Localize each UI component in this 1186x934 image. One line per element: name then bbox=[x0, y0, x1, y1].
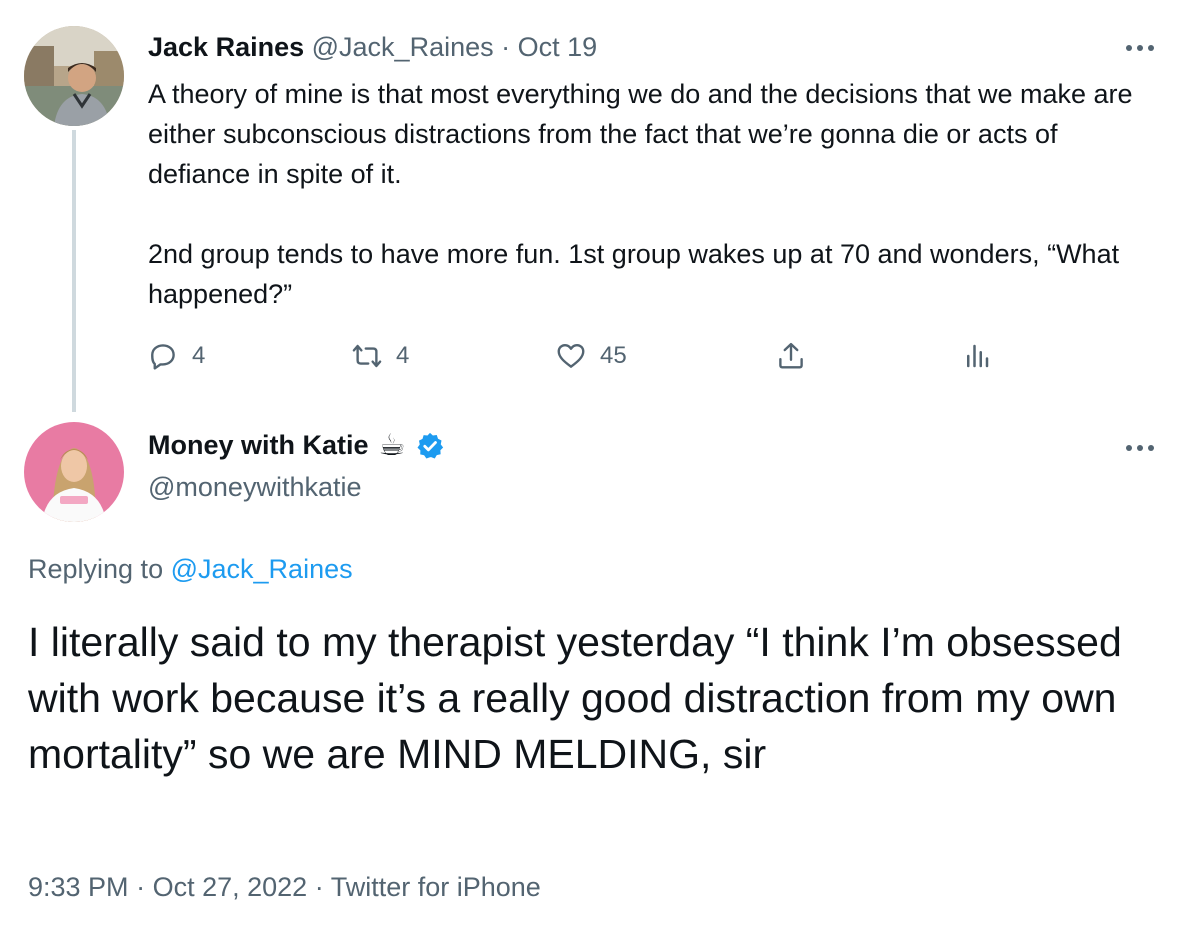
original-tweet-date[interactable]: Oct 19 bbox=[518, 32, 598, 62]
analytics-button[interactable] bbox=[962, 336, 992, 376]
original-author-handle[interactable]: @Jack_Raines bbox=[312, 32, 494, 62]
replying-to-label: Replying to bbox=[28, 554, 164, 584]
tweet-action-bar: 4 4 45 bbox=[148, 336, 1028, 376]
reply-author-name[interactable]: Money with Katie bbox=[148, 430, 369, 461]
original-tweet-text: A theory of mine is that most everything… bbox=[148, 74, 1158, 314]
jack-raines-avatar-image bbox=[24, 26, 124, 126]
reply-icon bbox=[151, 344, 175, 370]
coffee-emoji-icon: ☕ bbox=[378, 428, 406, 462]
verified-badge-icon bbox=[415, 431, 445, 461]
reply-count: 4 bbox=[192, 342, 206, 369]
jack-raines-avatar[interactable] bbox=[24, 26, 124, 126]
reply-time[interactable]: 9:33 PM bbox=[28, 872, 129, 902]
reply-author-handle[interactable]: @moneywithkatie bbox=[148, 472, 362, 503]
original-tweet-paragraph-1: A theory of mine is that most everything… bbox=[148, 79, 1133, 189]
original-tweet-header: Jack Raines @Jack_Raines · Oct 19 bbox=[148, 32, 597, 63]
like-count: 45 bbox=[600, 342, 627, 369]
replying-to-line: Replying to @Jack_Raines bbox=[28, 554, 353, 585]
original-author-name[interactable]: Jack Raines bbox=[148, 32, 304, 62]
reply-source[interactable]: Twitter for iPhone bbox=[331, 872, 541, 902]
replying-to-handle-link[interactable]: @Jack_Raines bbox=[171, 554, 353, 584]
reply-button[interactable]: 4 bbox=[148, 336, 205, 376]
analytics-icon bbox=[967, 344, 989, 368]
meta-separator-1: · bbox=[136, 872, 146, 902]
meta-separator-2: · bbox=[314, 872, 324, 902]
money-with-katie-avatar-image bbox=[24, 422, 124, 522]
heart-icon bbox=[557, 343, 585, 368]
reply-tweet-metadata: 9:33 PM · Oct 27, 2022 · Twitter for iPh… bbox=[28, 872, 541, 903]
retweet-button[interactable]: 4 bbox=[352, 336, 409, 376]
retweet-count: 4 bbox=[396, 342, 410, 369]
reply-tweet-text: I literally said to my therapist yesterd… bbox=[28, 619, 1122, 777]
reply-more-options-icon[interactable] bbox=[1122, 438, 1158, 458]
like-button[interactable]: 45 bbox=[556, 336, 627, 376]
retweet-icon bbox=[352, 344, 382, 368]
more-options-icon[interactable] bbox=[1122, 38, 1158, 58]
share-icon bbox=[779, 342, 803, 369]
share-button[interactable] bbox=[776, 336, 806, 376]
header-separator: · bbox=[501, 32, 511, 62]
original-tweet-paragraph-2: 2nd group tends to have more fun. 1st gr… bbox=[148, 239, 1120, 309]
thread-connector-line bbox=[72, 130, 76, 412]
reply-author-row: Money with Katie ☕ bbox=[148, 430, 445, 461]
reply-date[interactable]: Oct 27, 2022 bbox=[153, 872, 308, 902]
money-with-katie-avatar[interactable] bbox=[24, 422, 124, 522]
